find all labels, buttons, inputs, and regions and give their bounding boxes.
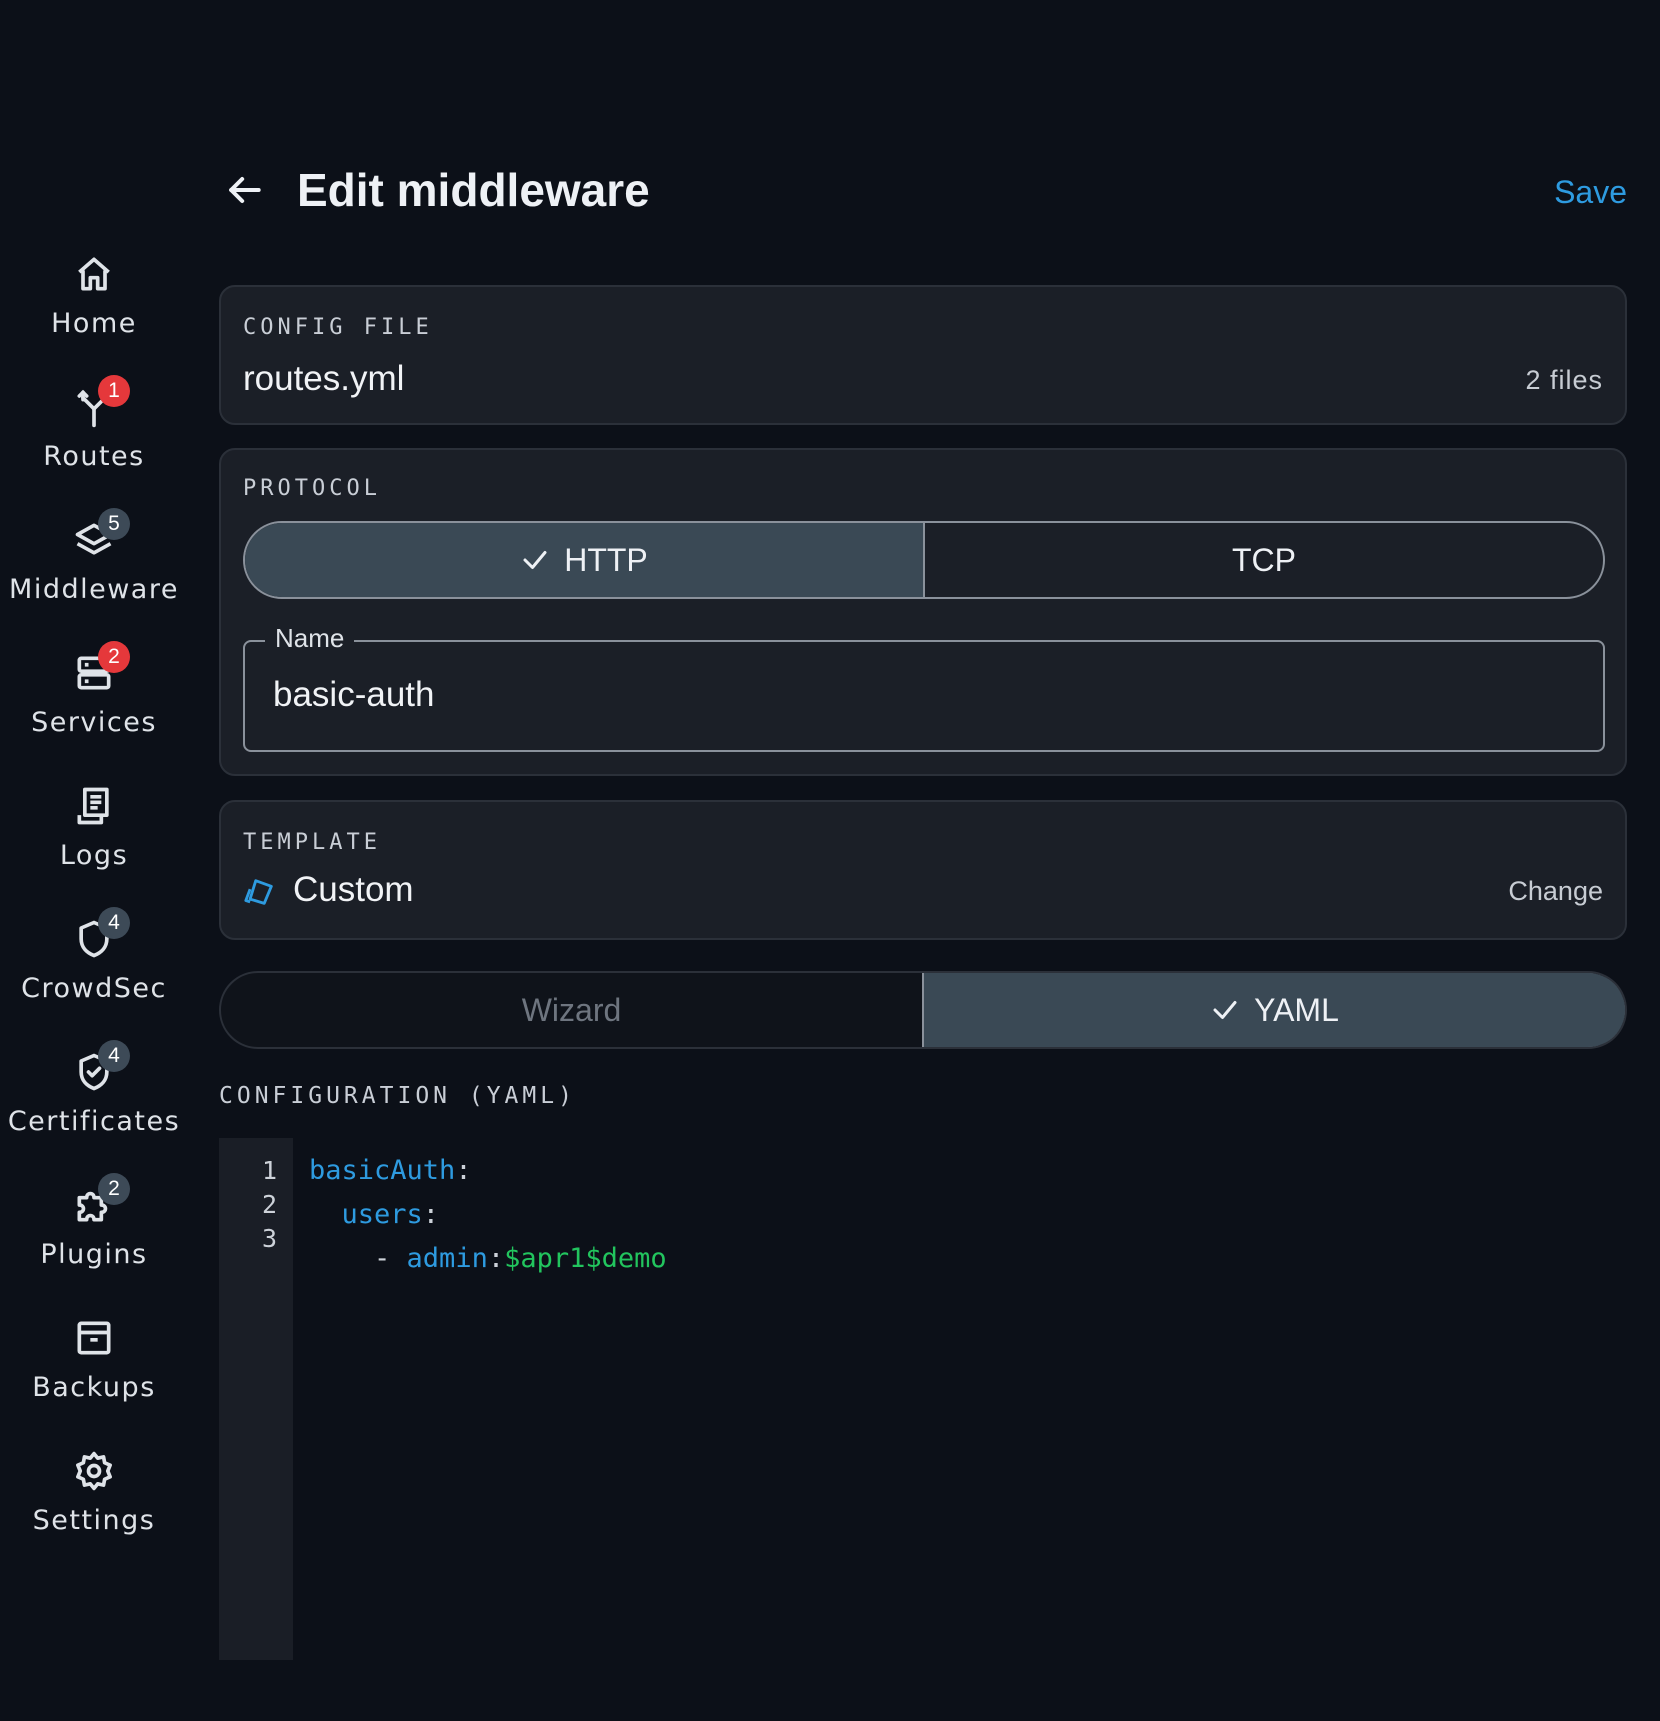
mode-option-yaml[interactable]: YAML <box>922 973 1625 1047</box>
check-icon <box>520 545 550 575</box>
protocol-overline: PROTOCOL <box>243 476 381 501</box>
routes-badge: 1 <box>98 375 130 407</box>
yaml-key: basicAuth <box>309 1155 456 1186</box>
editor-mode-toggle: Wizard YAML <box>219 971 1627 1049</box>
config-file-card[interactable]: CONFIG FILE routes.yml 2 files <box>219 285 1627 425</box>
page-title: Edit middleware <box>297 164 650 216</box>
crowdsec-badge: 4 <box>98 907 130 939</box>
code-line: users: <box>341 1199 440 1230</box>
sidebar-item-backups[interactable]: Backups <box>0 1316 188 1436</box>
sidebar-item-label: Backups <box>32 1372 156 1403</box>
certificates-badge: 4 <box>98 1040 130 1072</box>
yaml-key: admin <box>406 1243 488 1274</box>
template-value: Custom <box>293 870 414 909</box>
sidebar-item-label: Logs <box>59 840 129 871</box>
sidebar-item-plugins[interactable]: 2 Plugins <box>0 1173 188 1303</box>
sidebar-item-home[interactable]: Home <box>0 252 188 372</box>
line-number-gutter: 1 2 3 <box>219 1138 293 1660</box>
yaml-key: users <box>341 1199 423 1230</box>
config-file-overline: CONFIG FILE <box>243 315 433 340</box>
app-root: Home 1 Routes 5 Middleware 2 Services Lo… <box>0 0 1660 1721</box>
sidebar-item-label: Routes <box>43 441 145 472</box>
check-icon <box>1210 995 1240 1025</box>
config-file-count: 2 files <box>1525 365 1603 395</box>
template-card: TEMPLATE Custom Change <box>219 800 1627 940</box>
line-number: 2 <box>261 1190 277 1219</box>
sidebar-item-services[interactable]: 2 Services <box>0 641 188 771</box>
shield-icon: 4 <box>72 907 130 961</box>
sidebar-item-label: Services <box>31 707 157 738</box>
sidebar-item-label: Plugins <box>40 1239 148 1270</box>
middleware-badge: 5 <box>98 508 130 540</box>
sidebar-item-settings[interactable]: Settings <box>0 1449 188 1569</box>
change-template-button[interactable]: Change <box>1508 876 1603 907</box>
sidebar-item-crowdsec[interactable]: 4 CrowdSec <box>0 907 188 1037</box>
line-number: 3 <box>261 1224 277 1253</box>
archive-icon <box>72 1316 116 1360</box>
line-number: 1 <box>261 1156 277 1185</box>
code-line: basicAuth: <box>309 1155 472 1186</box>
mode-option-label: YAML <box>1254 991 1339 1028</box>
shield-check-icon: 4 <box>72 1040 130 1094</box>
sidebar-item-label: Settings <box>32 1505 156 1536</box>
yaml-value: $apr1$demo <box>504 1243 667 1274</box>
sidebar-item-label: CrowdSec <box>21 973 167 1004</box>
back-button[interactable] <box>222 168 266 212</box>
template-overline: TEMPLATE <box>243 830 381 855</box>
sidebar-item-middleware[interactable]: 5 Middleware <box>0 508 188 638</box>
sidebar-item-certificates[interactable]: 4 Certificates <box>0 1040 188 1170</box>
name-field-label: Name <box>265 623 355 654</box>
name-input[interactable] <box>273 670 1573 720</box>
home-icon <box>72 252 116 296</box>
yaml-editor[interactable]: 1 2 3 basicAuth: users: - admin:$apr1$de… <box>219 1138 1627 1660</box>
mode-option-label: Wizard <box>521 991 622 1028</box>
gear-icon <box>72 1449 116 1493</box>
sidebar-item-label: Middleware <box>9 574 179 605</box>
sidebar-item-routes[interactable]: 1 Routes <box>0 375 188 505</box>
puzzle-icon: 2 <box>72 1173 130 1227</box>
sidebar-item-label: Certificates <box>7 1106 181 1137</box>
sidebar-item-label: Home <box>51 308 137 339</box>
sidebar-item-logs[interactable]: Logs <box>0 784 188 904</box>
layers-icon: 5 <box>72 508 130 562</box>
plugins-badge: 2 <box>98 1173 130 1205</box>
protocol-option-http[interactable]: HTTP <box>245 523 923 597</box>
routes-icon: 1 <box>72 375 130 429</box>
mode-option-wizard[interactable]: Wizard <box>221 973 922 1047</box>
name-field: Name <box>243 623 1605 752</box>
config-file-value: routes.yml <box>243 359 405 398</box>
code-line: - admin:$apr1$demo <box>374 1243 667 1274</box>
server-icon: 2 <box>72 641 130 695</box>
protocol-option-tcp[interactable]: TCP <box>923 523 1603 597</box>
protocol-toggle: HTTP TCP <box>243 521 1605 599</box>
protocol-option-label: TCP <box>1232 541 1296 578</box>
services-badge: 2 <box>98 641 130 673</box>
protocol-card: PROTOCOL HTTP TCP Name <box>219 448 1627 776</box>
custom-template-icon <box>243 875 277 909</box>
sidebar-nav: Home 1 Routes 5 Middleware 2 Services Lo… <box>0 0 188 1721</box>
logs-icon <box>72 784 116 828</box>
configuration-label: CONFIGURATION (YAML) <box>219 1083 576 1109</box>
arrow-left-icon <box>229 176 261 204</box>
protocol-option-label: HTTP <box>564 541 648 578</box>
save-button[interactable]: Save <box>1554 174 1627 211</box>
